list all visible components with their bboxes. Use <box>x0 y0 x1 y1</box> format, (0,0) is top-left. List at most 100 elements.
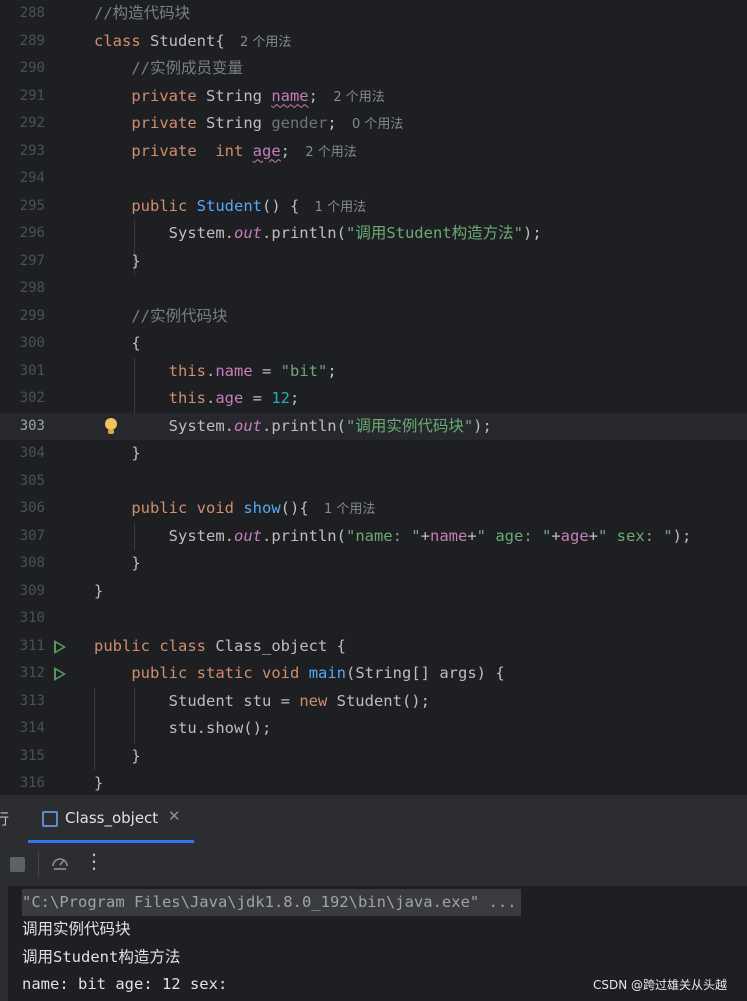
code-line-314[interactable]: 314 stu.show(); <box>0 715 747 743</box>
code-text[interactable]: { <box>94 330 140 358</box>
line-number[interactable]: 298 <box>0 275 45 303</box>
code-line-295[interactable]: 295 public Student() { 1 个用法 <box>0 193 747 221</box>
code-text[interactable]: } <box>94 550 140 578</box>
code-line-300[interactable]: 300 { <box>0 330 747 358</box>
stop-icon[interactable] <box>10 857 25 872</box>
code-line-315[interactable]: 315 } <box>0 743 747 771</box>
line-number[interactable]: 302 <box>0 385 45 413</box>
code-text[interactable]: public class Class_object { <box>94 633 346 661</box>
tool-window-title[interactable]: 行 <box>0 808 9 829</box>
line-number[interactable]: 304 <box>0 440 45 468</box>
code-text[interactable]: public void show(){ 1 个用法 <box>94 495 375 524</box>
code-line-310[interactable]: 310 <box>0 605 747 633</box>
code-text[interactable]: //构造代码块 <box>94 0 190 28</box>
line-number[interactable]: 310 <box>0 605 45 633</box>
line-number[interactable]: 293 <box>0 138 45 166</box>
code-line-306[interactable]: 306 public void show(){ 1 个用法 <box>0 495 747 523</box>
code-text[interactable]: //实例成员变量 <box>94 55 243 83</box>
code-line-294[interactable]: 294 <box>0 165 747 193</box>
code-line-302[interactable]: 302 this.age = 12; <box>0 385 747 413</box>
more-vertical-icon[interactable]: ⋮ <box>84 849 104 873</box>
code-text[interactable]: } <box>94 440 140 468</box>
code-line-309[interactable]: 309} <box>0 578 747 606</box>
code-text[interactable]: //实例代码块 <box>94 303 227 331</box>
line-number[interactable]: 306 <box>0 495 45 523</box>
line-number[interactable]: 315 <box>0 743 45 771</box>
line-number[interactable]: 316 <box>0 770 45 795</box>
code-line-301[interactable]: 301 this.name = "bit"; <box>0 358 747 386</box>
code-text[interactable]: this.name = "bit"; <box>94 358 337 386</box>
code-line-311[interactable]: 311 public class Class_object { <box>0 633 747 661</box>
close-icon[interactable]: ✕ <box>168 807 181 825</box>
code-text[interactable]: System.out.println("调用实例代码块"); <box>94 413 492 441</box>
usage-hint[interactable]: 1 个用法 <box>315 200 366 215</box>
code-line-316[interactable]: 316} <box>0 770 747 795</box>
line-number[interactable]: 299 <box>0 303 45 331</box>
line-number[interactable]: 291 <box>0 83 45 111</box>
line-number[interactable]: 289 <box>0 28 45 56</box>
usage-hint[interactable]: 2 个用法 <box>305 145 356 160</box>
code-text[interactable]: Student stu = new Student(); <box>94 688 430 716</box>
code-text[interactable]: public static void main(String[] args) { <box>94 660 504 688</box>
code-line-289[interactable]: 289 class Student{ 2 个用法 <box>0 28 747 56</box>
line-number[interactable]: 290 <box>0 55 45 83</box>
run-gutter-icon[interactable] <box>54 667 66 681</box>
run-gutter-icon[interactable] <box>54 639 66 654</box>
code-line-312[interactable]: 312 public static void main(String[] arg… <box>0 660 747 688</box>
code-text[interactable]: public Student() { 1 个用法 <box>94 193 366 222</box>
usage-hint[interactable]: 2 个用法 <box>240 35 291 50</box>
line-number[interactable]: 309 <box>0 578 45 606</box>
code-text[interactable]: System.out.println("调用Student构造方法"); <box>94 220 542 248</box>
code-text[interactable]: class Student{ 2 个用法 <box>94 28 291 57</box>
usage-hint[interactable]: 1 个用法 <box>324 502 375 517</box>
code-line-291[interactable]: 291 private String name; 2 个用法 <box>0 83 747 111</box>
line-number[interactable]: 313 <box>0 688 45 716</box>
line-number[interactable]: 292 <box>0 110 45 138</box>
code-text[interactable]: this.age = 12; <box>94 385 300 413</box>
code-line-308[interactable]: 308 } <box>0 550 747 578</box>
code-editor[interactable]: 288//构造代码块 289 class Student{ 2 个用法 290 //实… <box>0 0 747 795</box>
code-text[interactable]: System.out.println("name: "+name+" age: … <box>94 523 692 551</box>
line-number[interactable]: 307 <box>0 523 45 551</box>
line-number[interactable]: 301 <box>0 358 45 386</box>
code-text[interactable]: private int age; 2 个用法 <box>94 138 356 167</box>
code-line-299[interactable]: 299 //实例代码块 <box>0 303 747 331</box>
code-text[interactable]: } <box>94 770 103 795</box>
code-line-313[interactable]: 313 Student stu = new Student(); <box>0 688 747 716</box>
line-number[interactable]: 288 <box>0 0 45 28</box>
code-line-293[interactable]: 293 private int age; 2 个用法 <box>0 138 747 166</box>
code-text[interactable]: } <box>94 248 140 276</box>
intention-bulb-icon[interactable] <box>105 417 117 434</box>
code-line-297[interactable]: 297 } <box>0 248 747 276</box>
profiler-gauge-icon[interactable] <box>50 853 70 873</box>
code-text[interactable]: private String gender; 0 个用法 <box>94 110 403 139</box>
line-number[interactable]: 295 <box>0 193 45 221</box>
code-text[interactable]: stu.show(); <box>94 715 272 743</box>
line-number[interactable]: 314 <box>0 715 45 743</box>
line-number[interactable]: 294 <box>0 165 45 193</box>
code-line-305[interactable]: 305 <box>0 468 747 496</box>
code-line-304[interactable]: 304 } <box>0 440 747 468</box>
code-text[interactable]: } <box>94 578 103 606</box>
code-line-288[interactable]: 288 //构造代码块 <box>0 0 747 28</box>
code-text[interactable]: private String name; 2 个用法 <box>94 83 384 112</box>
line-number[interactable]: 312 <box>0 660 45 688</box>
code-line-290[interactable]: 290 //实例成员变量 <box>0 55 747 83</box>
code-text[interactable]: } <box>94 743 140 771</box>
code-line-298[interactable]: 298 <box>0 275 747 303</box>
line-number[interactable]: 297 <box>0 248 45 276</box>
code-line-307[interactable]: 307 System.out.println("name: "+name+" a… <box>0 523 747 551</box>
line-number[interactable]: 303 <box>0 413 45 441</box>
line-number[interactable]: 296 <box>0 220 45 248</box>
usage-hint[interactable]: 0 个用法 <box>352 117 403 132</box>
code-line-296[interactable]: 296 System.out.println("调用Student构造方法"); <box>0 220 747 248</box>
code-line-303[interactable]: 303 System.out.println("调用实例代码块"); <box>0 412 747 441</box>
line-number[interactable]: 300 <box>0 330 45 358</box>
line-number[interactable]: 305 <box>0 468 45 496</box>
usage-hint[interactable]: 2 个用法 <box>333 90 384 105</box>
tab-class-object[interactable]: Class_object ✕ <box>28 796 194 843</box>
line-number[interactable]: 311 <box>0 633 45 661</box>
line-number[interactable]: 308 <box>0 550 45 578</box>
code-line-292[interactable]: 292 private String gender; 0 个用法 <box>0 110 747 138</box>
